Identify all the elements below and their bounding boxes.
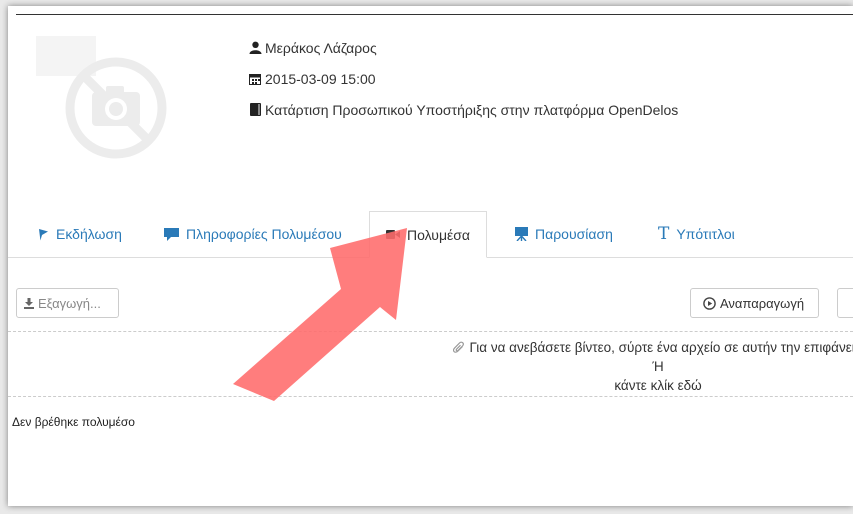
tab-presentation-label: Παρουσίαση xyxy=(535,226,613,242)
tab-media[interactable]: Πολυμέσα xyxy=(369,211,487,258)
tab-presentation[interactable]: Παρουσίαση xyxy=(515,211,613,257)
event-title: Κατάρτιση Προσωπικού Υποστήριξης στην πλ… xyxy=(265,101,679,118)
date-row: 2015-03-09 15:00 xyxy=(248,63,678,94)
paperclip-icon xyxy=(453,341,465,357)
author-row: Μεράκος Λάζαρος xyxy=(248,32,678,63)
flag-icon xyxy=(38,228,49,241)
play-label: Αναπαραγωγή xyxy=(720,295,805,311)
no-image-thumbnail xyxy=(16,36,206,186)
author-name: Μεράκος Λάζαρος xyxy=(265,39,377,56)
tab-subtitles[interactable]: T Υπότιτλοι xyxy=(658,211,735,257)
media-panel: Μεράκος Λάζαρος 2015-03-09 15:00 Κατάρτι… xyxy=(8,6,853,506)
tab-media-label: Πολυμέσα xyxy=(407,226,470,243)
title-row: Κατάρτιση Προσωπικού Υποστήριξης στην πλ… xyxy=(248,94,678,125)
presentation-icon xyxy=(515,227,528,241)
text-icon: T xyxy=(658,224,670,244)
download-icon xyxy=(24,297,34,309)
tab-media-info[interactable]: Πληροφορίες Πολυμέσου xyxy=(164,211,342,257)
book-icon xyxy=(248,103,262,117)
video-camera-icon xyxy=(386,229,400,240)
tab-event-label: Εκδήλωση xyxy=(56,226,122,242)
event-info: Μεράκος Λάζαρος 2015-03-09 15:00 Κατάρτι… xyxy=(248,32,678,125)
upload-dropzone[interactable]: Για να ανεβάσετε βίντεο, σύρτε ένα αρχεί… xyxy=(8,331,853,397)
top-divider xyxy=(16,14,853,15)
no-camera-icon xyxy=(36,36,167,159)
play-circle-icon xyxy=(703,296,716,310)
dropzone-line-1: Για να ανεβάσετε βίντεο, σύρτε ένα αρχεί… xyxy=(8,340,853,357)
screenshot-frame: Μεράκος Λάζαρος 2015-03-09 15:00 Κατάρτι… xyxy=(0,0,853,514)
tab-bar: Εκδήλωση Πληροφορίες Πολυμέσου Πολυμέσα … xyxy=(8,211,853,258)
comment-icon xyxy=(164,227,179,241)
empty-media-message: Δεν βρέθηκε πολυμέσο xyxy=(12,415,135,429)
export-button[interactable]: Εξαγωγή... xyxy=(16,288,119,318)
play-button[interactable]: Αναπαραγωγή xyxy=(690,288,819,318)
more-options-button[interactable] xyxy=(837,288,853,318)
export-label: Εξαγωγή... xyxy=(38,295,101,311)
dropzone-instruction: Για να ανεβάσετε βίντεο, σύρτε ένα αρχεί… xyxy=(469,340,853,355)
event-datetime: 2015-03-09 15:00 xyxy=(265,70,376,87)
calendar-icon xyxy=(248,72,262,86)
tab-event[interactable]: Εκδήλωση xyxy=(38,211,122,257)
dropzone-or: Ή xyxy=(652,359,664,374)
user-icon xyxy=(248,41,262,55)
dropzone-click-here[interactable]: κάντε κλίκ εδώ xyxy=(8,378,853,393)
tab-subtitles-label: Υπότιτλοι xyxy=(676,226,735,242)
tab-media-info-label: Πληροφορίες Πολυμέσου xyxy=(186,226,342,242)
